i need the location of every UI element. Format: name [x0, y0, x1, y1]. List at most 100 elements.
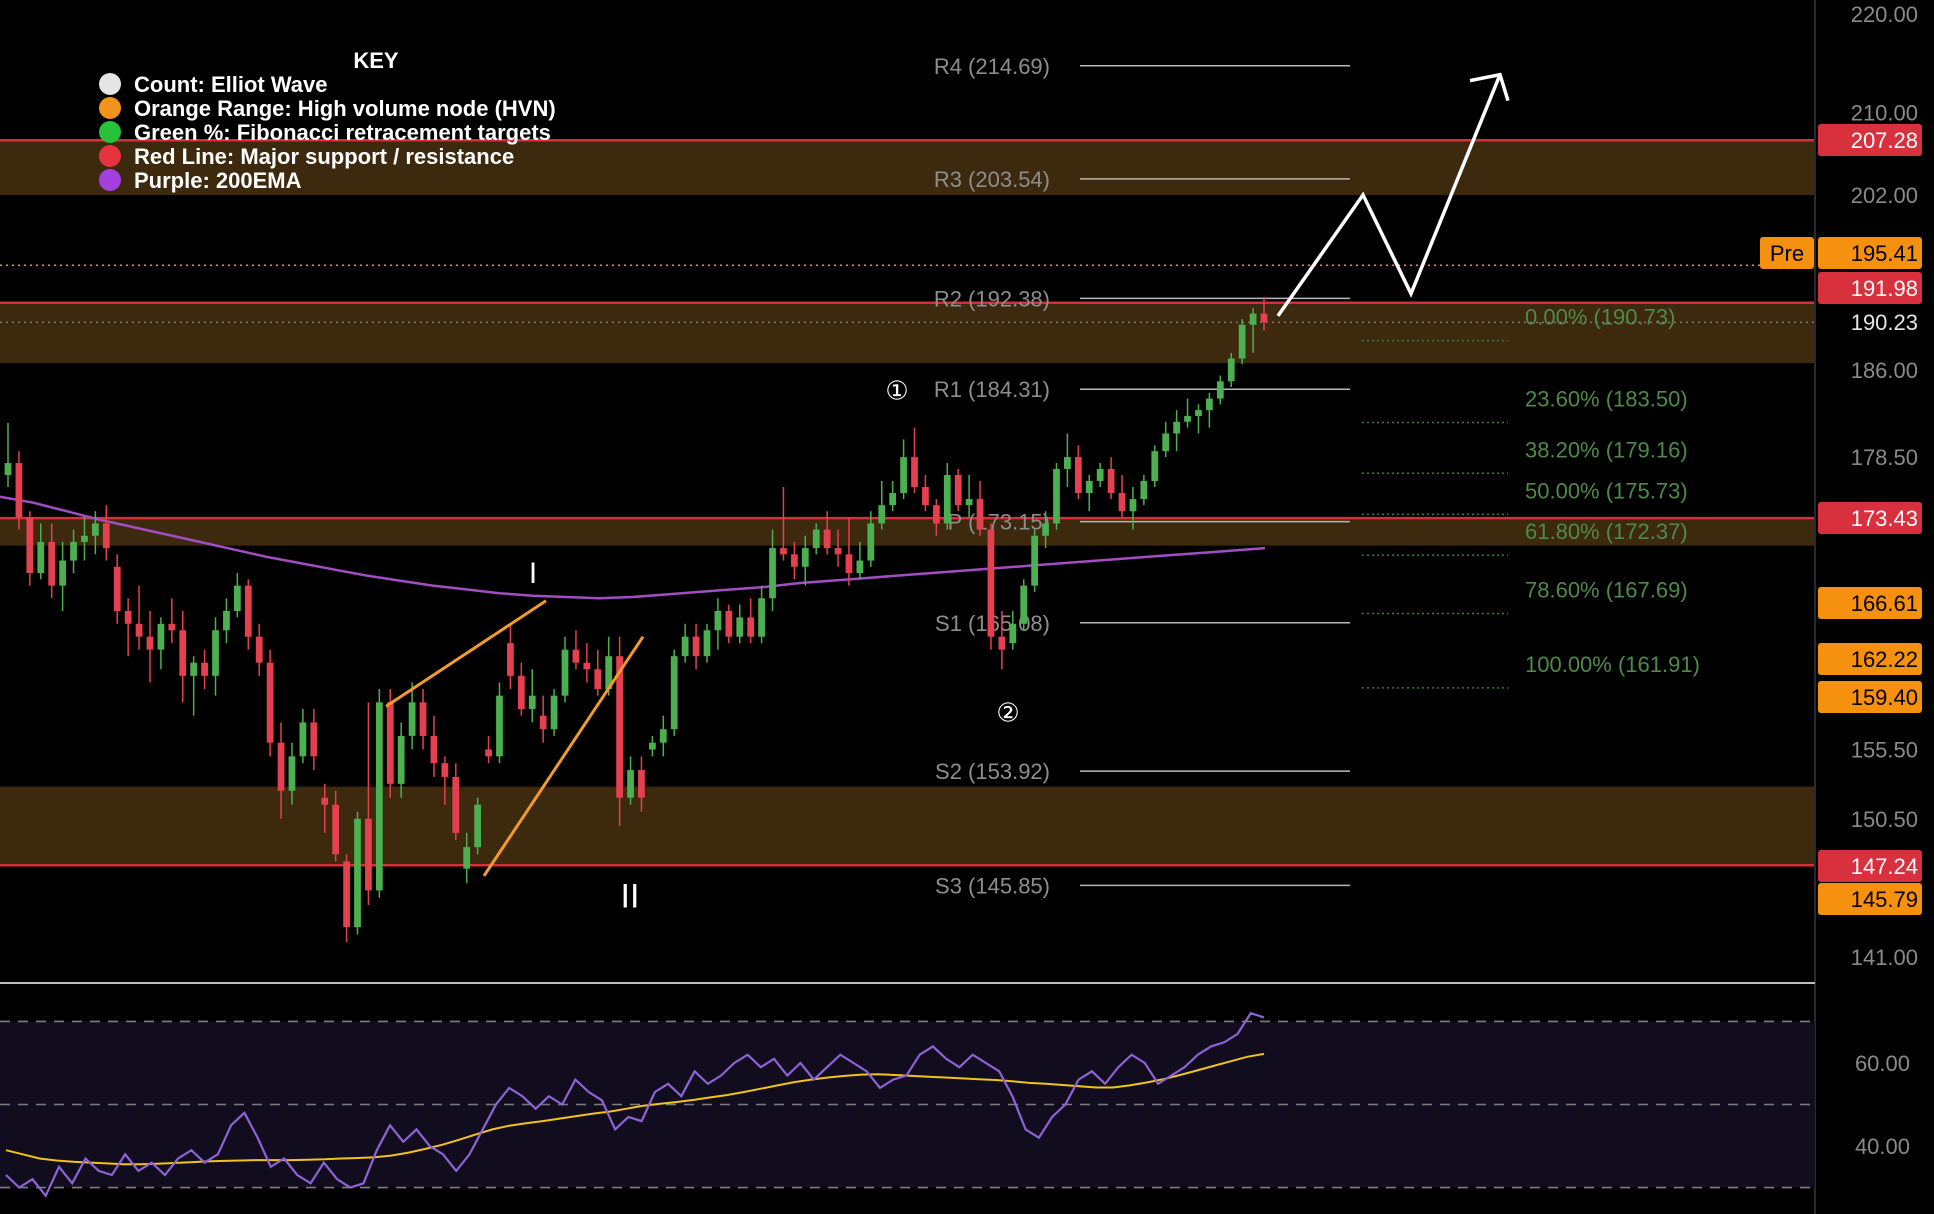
candle: [1042, 523, 1049, 536]
premarket-tag-label: Pre: [1770, 241, 1804, 266]
candle: [856, 560, 864, 574]
candle: [463, 847, 471, 869]
candle: [834, 548, 842, 555]
candle: [1249, 313, 1257, 325]
candle: [496, 695, 503, 757]
key-label: Green %: Fibonacci retracement targets: [134, 120, 551, 145]
candle: [332, 804, 340, 855]
candle: [539, 715, 547, 730]
candle: [889, 493, 897, 506]
candle: [1195, 410, 1202, 416]
candle: [900, 457, 907, 494]
candle: [365, 818, 372, 891]
candle: [1184, 415, 1191, 422]
candle: [48, 541, 56, 586]
candle: [1260, 313, 1268, 323]
candle: [397, 735, 405, 784]
candle: [594, 669, 602, 690]
candle: [528, 695, 536, 710]
candle: [812, 529, 820, 549]
candle: [168, 623, 176, 631]
candle: [1020, 585, 1028, 624]
candle: [277, 742, 285, 791]
fib-label: 38.20% (179.16): [1525, 437, 1688, 462]
candle: [81, 535, 88, 542]
candle: [102, 523, 110, 549]
candle: [233, 585, 241, 612]
candle: [1129, 499, 1137, 512]
candle: [146, 636, 154, 650]
wave-label: ②: [996, 698, 1019, 728]
candle: [212, 630, 219, 676]
candle: [1173, 421, 1181, 434]
candle: [419, 702, 427, 736]
candle: [878, 505, 886, 524]
candle: [998, 636, 1006, 650]
candle: [1118, 493, 1126, 512]
pivot-label: S3 (145.85): [935, 873, 1050, 898]
candle: [954, 474, 962, 506]
candle: [790, 554, 798, 567]
price-badge-value: 207.28: [1851, 128, 1918, 153]
price-badge-value: 166.61: [1851, 591, 1918, 616]
price-badge-value: 195.41: [1851, 241, 1918, 266]
candle: [911, 457, 918, 488]
candle: [288, 756, 296, 791]
candle: [59, 560, 66, 586]
candle: [747, 617, 755, 637]
candle: [932, 505, 940, 524]
candle: [354, 818, 361, 928]
wave-label: II: [621, 878, 640, 916]
price-badge-value: 159.40: [1851, 685, 1918, 710]
rsi-tick: 40.00: [1855, 1134, 1910, 1159]
candle: [583, 662, 591, 670]
candle: [725, 611, 733, 637]
candle: [507, 643, 514, 676]
candle: [703, 630, 711, 657]
pivot-label: R4 (214.69): [934, 54, 1050, 79]
candle: [550, 695, 558, 730]
key-label: Orange Range: High volume node (HVN): [134, 96, 556, 121]
candle: [780, 548, 787, 555]
candle: [976, 499, 984, 530]
candle: [135, 623, 143, 637]
pivot-label: R3 (203.54): [934, 167, 1050, 192]
price-tick: 155.50: [1851, 738, 1918, 763]
price-badge-value: 191.98: [1851, 276, 1918, 301]
candle: [223, 611, 230, 631]
ema200-path: [0, 495, 1266, 600]
candle: [1096, 469, 1104, 481]
candle: [648, 742, 656, 750]
candle: [1140, 480, 1148, 500]
candle: [321, 797, 329, 805]
candle: [572, 649, 580, 663]
key-title: KEY: [353, 48, 399, 73]
candle: [965, 499, 973, 506]
candle: [91, 523, 99, 536]
candle: [627, 770, 634, 798]
candle: [26, 517, 34, 574]
candle: [201, 662, 208, 676]
candle: [70, 541, 77, 561]
candle: [1238, 324, 1246, 359]
candle: [517, 675, 525, 710]
candle: [1074, 457, 1082, 494]
candle: [266, 662, 274, 743]
projection-arrow: [1276, 72, 1510, 317]
candle: [113, 566, 121, 612]
candle: [190, 662, 198, 676]
candle: [1107, 469, 1115, 494]
pivot-label: R2 (192.38): [934, 286, 1050, 311]
candle: [1085, 480, 1093, 494]
key-label: Red Line: Major support / resistance: [134, 144, 514, 169]
price-tick: 178.50: [1851, 445, 1918, 470]
candle: [1162, 433, 1170, 452]
price-badge-value: 162.22: [1851, 647, 1918, 672]
candle: [670, 656, 678, 730]
pivot-label: R1 (184.31): [934, 377, 1050, 402]
fib-label: 23.60% (183.50): [1525, 387, 1688, 412]
candle: [845, 554, 853, 574]
candle: [4, 463, 12, 475]
candle: [943, 474, 951, 524]
projection-arrowhead: [1469, 72, 1510, 102]
